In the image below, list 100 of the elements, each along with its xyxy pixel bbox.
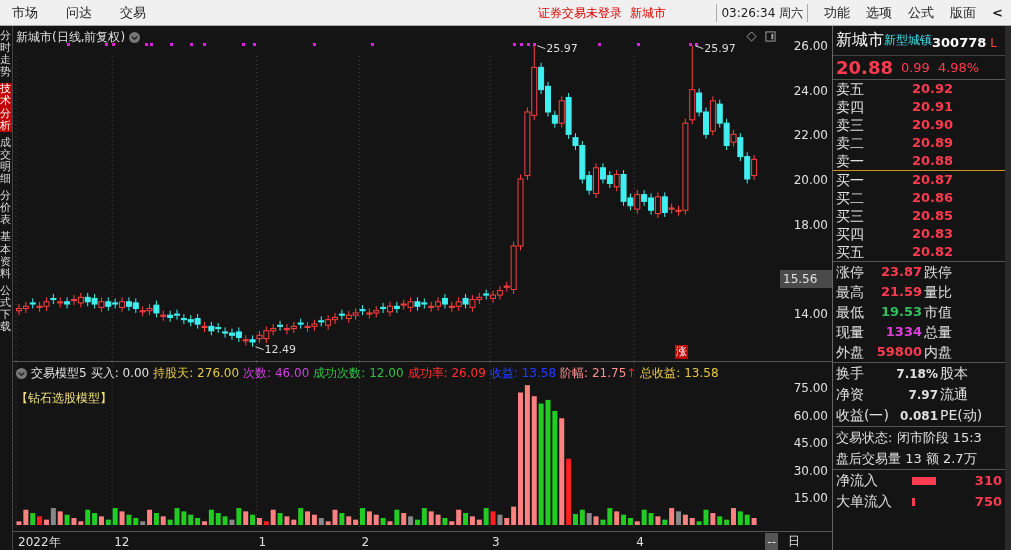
order-price: 20.91 <box>912 98 954 117</box>
side-tab[interactable]: 基本资料 <box>0 231 12 280</box>
order-level-label: 卖一 <box>836 151 865 171</box>
volume-tick: 15.00 <box>793 490 828 508</box>
stat-label: 市值 <box>924 302 952 322</box>
date-label: 2022年 <box>18 534 61 550</box>
menu-item[interactable]: 问达 <box>66 2 92 23</box>
stat-label: 涨停 <box>836 262 865 282</box>
stock-link[interactable]: 新城市 <box>630 3 667 22</box>
stat-value: 1334 <box>884 323 922 342</box>
high-price-label: 25.97 <box>704 40 736 57</box>
chevron-down-icon[interactable] <box>129 31 141 43</box>
order-level-label: 卖三 <box>836 115 865 135</box>
side-tab[interactable]: 技术分析 <box>0 83 12 132</box>
stat-value: 7.18% <box>895 365 938 383</box>
collapse-button[interactable]: < <box>992 2 1003 23</box>
menu-item[interactable]: 市场 <box>12 2 38 23</box>
model-caption: 【钻石选股模型】 <box>16 390 112 407</box>
price-tick: 20.00 <box>793 171 828 189</box>
stock-name: 新城市 <box>836 29 884 51</box>
high-price-label: 25.97 <box>546 40 578 57</box>
price-tick: 22.00 <box>793 127 828 145</box>
stat-value: 7.97 <box>907 386 938 404</box>
order-level-label: 买四 <box>836 224 865 244</box>
menu-item[interactable]: 交易 <box>120 2 146 23</box>
current-price-marker: 15.56 <box>780 270 832 289</box>
low-price-label: 12.49 <box>264 341 297 358</box>
side-tab[interactable]: 成交明细 <box>0 136 12 186</box>
flow-bar <box>912 497 915 506</box>
trade-status-text: 交易状态: 闭市阶段 15:3 <box>836 428 982 447</box>
panel-icon[interactable] <box>765 31 776 42</box>
order-price: 20.83 <box>912 225 954 244</box>
order-level-label: 卖五 <box>836 79 865 99</box>
stat-label: 净资 <box>836 385 865 404</box>
chevron-down-icon[interactable] <box>16 367 27 379</box>
period-label: 日 <box>788 534 800 548</box>
stat-value: 21.59 <box>879 283 922 302</box>
side-tab[interactable]: 分时走势 <box>0 30 12 79</box>
sector-tag: 新型城镇 <box>884 31 932 49</box>
date-label: 12 <box>114 534 130 550</box>
leader-line <box>255 346 265 351</box>
clock: 03:26:34 周六 <box>716 3 809 22</box>
stat-label: PE(动) <box>940 406 983 425</box>
side-tab[interactable]: 公式下载 <box>0 284 12 334</box>
order-price: 20.88 <box>912 152 954 171</box>
menu-item[interactable]: 公式 <box>908 2 935 23</box>
price-tick: 24.00 <box>793 82 828 100</box>
stat-label: 外盘 <box>836 342 865 362</box>
last-price: 20.88 <box>836 56 893 80</box>
stat-label: 换手 <box>836 364 865 383</box>
stat-label: 现量 <box>836 322 865 342</box>
limit-up-badge: 涨 <box>675 345 688 359</box>
date-label: 3 <box>492 534 500 550</box>
order-level-label: 卖二 <box>836 133 865 153</box>
leader-line <box>694 45 704 50</box>
indicator-stat: 阶幅: 21.75↑ <box>560 365 637 382</box>
stat-label: 股本 <box>940 364 968 383</box>
order-level-label: 买一 <box>836 170 865 190</box>
price-change-percent: 4.98% <box>937 58 980 77</box>
market-letter: L <box>990 35 997 52</box>
menu-item[interactable]: 版面 <box>950 2 977 23</box>
stock-code: 300778 <box>932 33 987 52</box>
volume-tick: 60.00 <box>793 407 828 425</box>
order-price: 20.87 <box>912 171 954 190</box>
diamond-icon[interactable] <box>746 31 757 42</box>
order-price: 20.90 <box>912 116 954 135</box>
order-level-label: 买五 <box>836 242 865 262</box>
volume-tick: 30.00 <box>793 462 828 480</box>
indicator-stat: 收益: 13.58 <box>489 365 557 382</box>
order-price: 20.92 <box>912 80 954 99</box>
menu-item[interactable]: 选项 <box>866 2 893 23</box>
price-tick: 26.00 <box>793 38 828 55</box>
indicator-stat: 买入: 0.00 <box>90 365 150 382</box>
stat-value: 59800 <box>875 343 922 362</box>
date-label: 4 <box>636 534 644 550</box>
menu-item[interactable]: 功能 <box>824 2 851 23</box>
indicator-name: 交易模型5 <box>31 365 87 382</box>
order-level-label: 买三 <box>836 206 865 226</box>
stat-label: 跌停 <box>924 262 952 282</box>
chart-title: 新城市(日线,前复权) <box>16 29 126 46</box>
price-tick: 18.00 <box>793 216 828 234</box>
flow-label: 大单流入 <box>836 492 893 511</box>
indicator-stat: 次数: 46.00 <box>243 365 310 382</box>
stat-value: 0.081 <box>899 407 938 425</box>
flow-value: 310 <box>973 471 1002 490</box>
side-tab[interactable]: 分价表 <box>0 190 12 227</box>
stat-label: 总量 <box>924 322 952 342</box>
stat-value: 23.87 <box>879 263 922 282</box>
stat-label: 内盘 <box>924 342 952 362</box>
order-price: 20.89 <box>912 134 954 153</box>
order-price: 20.85 <box>912 207 954 226</box>
price-change: 0.99 <box>900 58 930 77</box>
order-price: 20.86 <box>912 189 954 208</box>
stat-label: 流通 <box>940 385 968 404</box>
indicator-stat: 总收益: 13.58 <box>640 365 719 382</box>
login-notice: 证券交易未登录 <box>538 4 623 22</box>
indicator-stat: 成功率: 26.09 <box>407 365 486 382</box>
indicator-stat: 成功次数: 12.00 <box>313 365 404 382</box>
stat-value: 19.53 <box>879 303 922 322</box>
order-level-label: 买二 <box>836 188 865 208</box>
